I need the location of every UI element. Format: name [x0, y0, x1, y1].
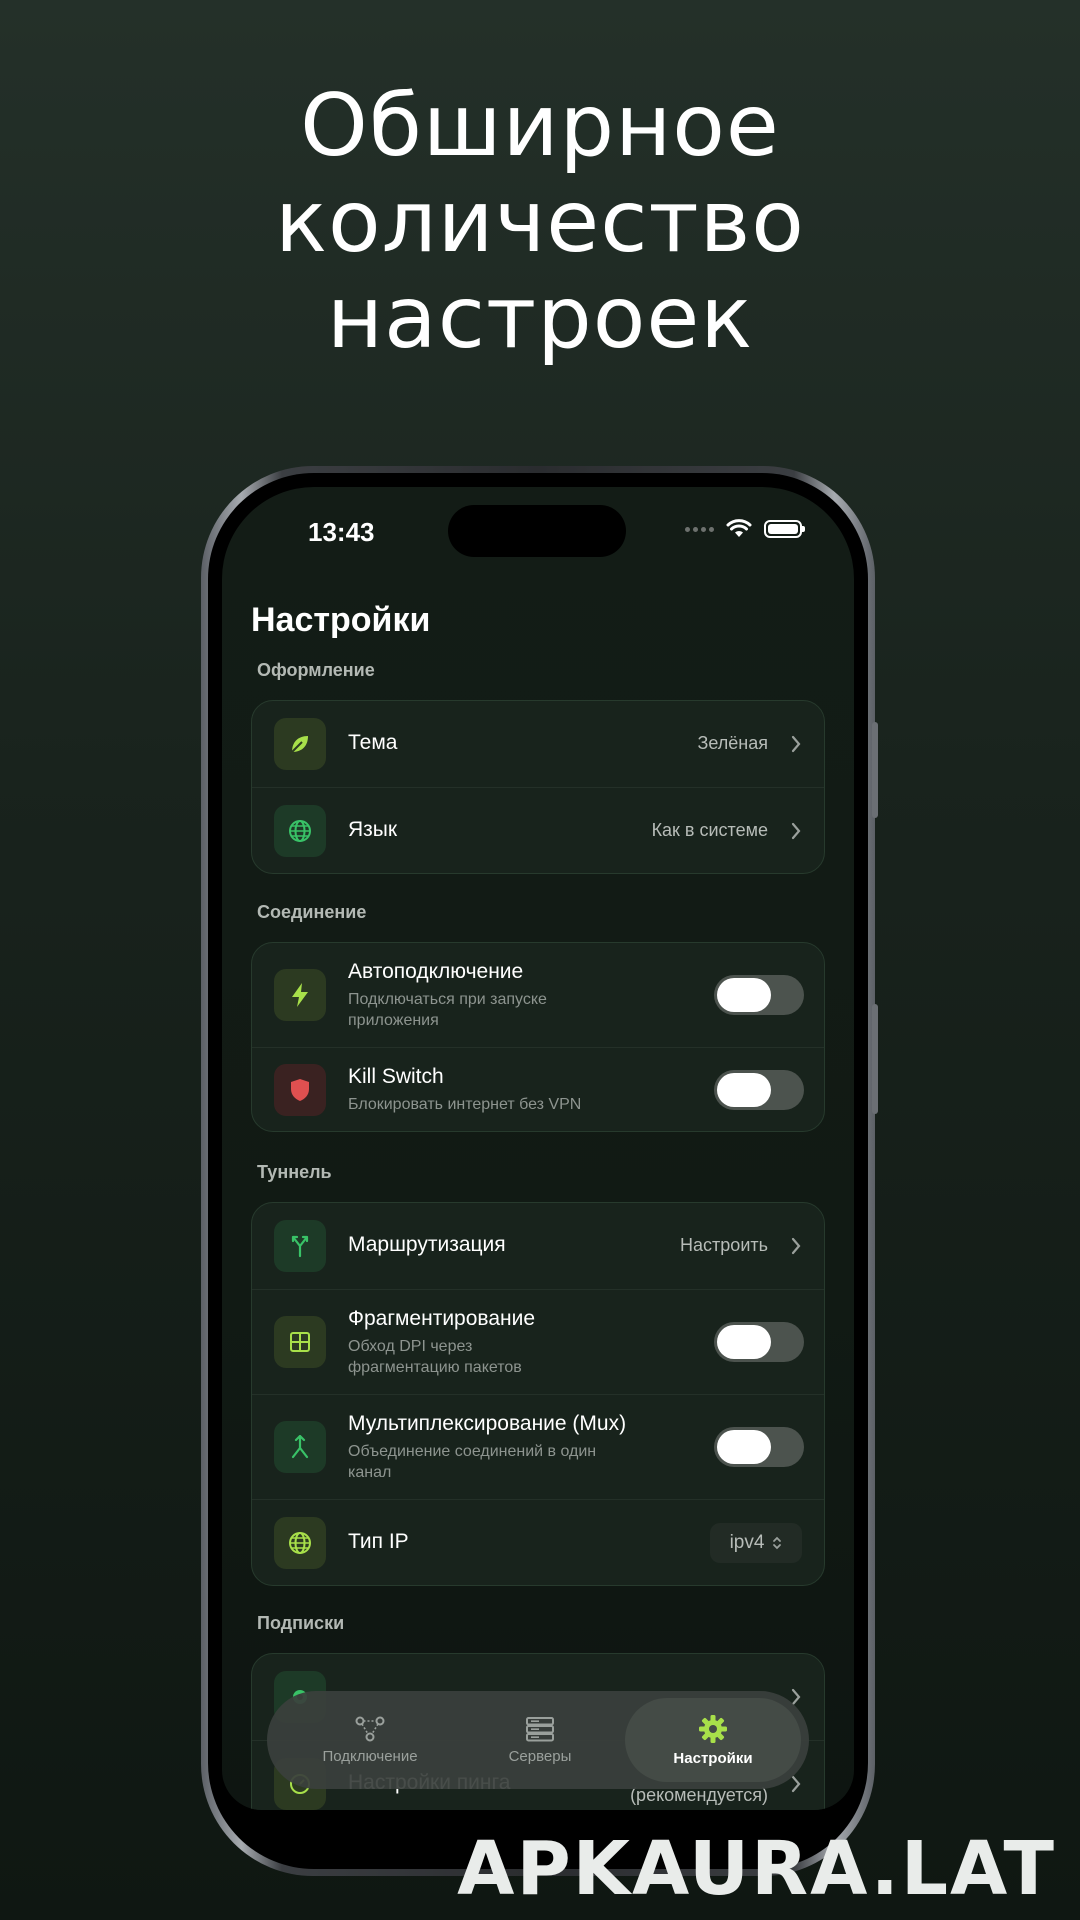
setting-killswitch-subtitle: Блокировать интернет без VPN	[348, 1096, 582, 1113]
headline-line-1: Обширное	[300, 76, 780, 176]
setting-autoconnect-subtitle: Подключаться при запуске приложения	[348, 991, 547, 1029]
phone-volume-down	[872, 1004, 878, 1114]
setting-mux-subtitle: Объединение соединений в один канал	[348, 1443, 597, 1481]
tunnel-card: Маршрутизация Настроить Фрагментирование…	[251, 1202, 825, 1586]
chevron-updown-icon	[773, 1536, 782, 1550]
tab-servers-label: Серверы	[508, 1747, 572, 1765]
killswitch-toggle[interactable]	[714, 1070, 804, 1110]
mux-toggle[interactable]	[714, 1427, 804, 1467]
setting-fragmentation: Фрагментирование Обход DPI через фрагмен…	[252, 1290, 824, 1395]
chevron-right-icon	[791, 822, 801, 840]
headline-line-2: количество	[275, 172, 805, 272]
setting-routing-value: Настроить	[680, 1235, 768, 1255]
tab-connection-label: Подключение	[322, 1747, 418, 1765]
dynamic-island	[448, 505, 626, 557]
leaf-icon	[274, 718, 326, 770]
chevron-right-icon	[791, 735, 801, 753]
tab-settings-label: Настройки	[673, 1749, 753, 1767]
setting-language-value: Как в системе	[651, 820, 768, 840]
status-icons	[685, 519, 805, 539]
gear-icon	[699, 1714, 727, 1743]
section-connection: Соединение	[257, 902, 367, 922]
setting-fragmentation-title: Фрагментирование	[348, 1307, 536, 1330]
headline-line-3: настроек	[326, 268, 754, 368]
setting-language-title: Язык	[348, 818, 398, 841]
phone-screen: 13:43 Настройки Оформление Тема Зелёная	[222, 487, 854, 1810]
setting-routing-title: Маршрутизация	[348, 1233, 506, 1256]
battery-icon	[764, 520, 805, 538]
setting-killswitch: Kill Switch Блокировать интернет без VPN	[252, 1048, 824, 1131]
setting-theme-title: Тема	[348, 731, 398, 754]
section-appearance: Оформление	[257, 660, 375, 680]
phone-volume-up	[872, 722, 878, 818]
setting-killswitch-title: Kill Switch	[348, 1065, 444, 1088]
tab-connection[interactable]: Подключение	[285, 1691, 455, 1789]
wifi-icon	[726, 519, 752, 537]
lightning-icon	[274, 969, 326, 1021]
section-subscriptions: Подписки	[257, 1613, 345, 1633]
setting-routing[interactable]: Маршрутизация Настроить	[252, 1203, 824, 1290]
chevron-right-icon	[791, 1237, 801, 1255]
shield-icon	[274, 1064, 326, 1116]
chevron-right-icon	[791, 1775, 801, 1793]
connection-card: Автоподключение Подключаться при запуске…	[251, 942, 825, 1132]
setting-autoconnect: Автоподключение Подключаться при запуске…	[252, 943, 824, 1048]
setting-fragmentation-subtitle: Обход DPI через фрагментацию пакетов	[348, 1338, 522, 1376]
setting-theme[interactable]: Тема Зелёная	[252, 701, 824, 788]
globe-icon	[274, 1517, 326, 1569]
iptype-select-value: ipv4	[729, 1532, 765, 1553]
setting-language[interactable]: Язык Как в системе	[252, 788, 824, 873]
setting-theme-value: Зелёная	[697, 733, 769, 753]
globe-icon	[274, 805, 326, 857]
appearance-card: Тема Зелёная Язык Как в системе	[251, 700, 825, 874]
status-time: 13:43	[308, 517, 375, 547]
tab-bar: Подключение Серверы Настройки	[267, 1691, 809, 1789]
tab-settings[interactable]: Настройки	[625, 1698, 801, 1782]
setting-mux-title: Мультиплексирование (Mux)	[348, 1412, 627, 1435]
fragmentation-toggle[interactable]	[714, 1322, 804, 1362]
merge-icon	[274, 1421, 326, 1473]
setting-iptype-title: Тип IP	[348, 1530, 409, 1553]
servers-icon	[526, 1716, 554, 1741]
grid-icon	[274, 1316, 326, 1368]
page-title: Настройки	[251, 601, 431, 639]
signal-icon	[685, 526, 714, 532]
setting-autoconnect-title: Автоподключение	[348, 960, 524, 983]
iptype-select[interactable]: ipv4	[710, 1523, 802, 1563]
watermark: APKAURA.LAT	[457, 1826, 1056, 1912]
routing-icon	[274, 1220, 326, 1272]
connection-icon	[355, 1716, 385, 1741]
tab-servers[interactable]: Серверы	[455, 1691, 625, 1789]
setting-iptype: Тип IP ipv4	[252, 1500, 824, 1585]
section-tunnel: Туннель	[257, 1162, 332, 1182]
setting-mux: Мультиплексирование (Mux) Объединение со…	[252, 1395, 824, 1500]
autoconnect-toggle[interactable]	[714, 975, 804, 1015]
promo-headline: Обширное количество настроек	[0, 78, 1080, 366]
